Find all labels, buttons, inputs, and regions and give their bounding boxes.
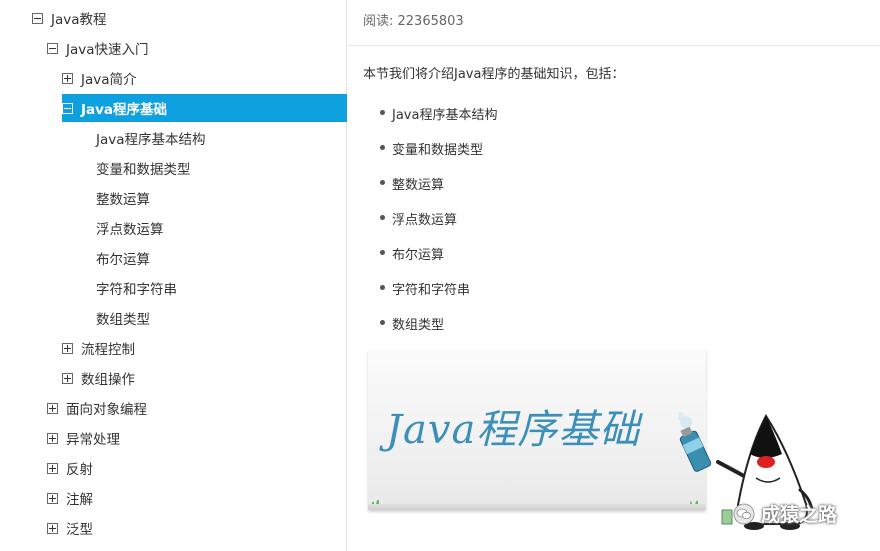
tree-item-program-structure[interactable]: Java程序基本结构 xyxy=(96,124,206,152)
tree-item-float-ops[interactable]: 浮点数运算 xyxy=(96,214,164,242)
grass-icon xyxy=(370,500,380,510)
tree-item-label: 数组类型 xyxy=(96,312,150,328)
expand-icon[interactable] xyxy=(62,372,73,384)
watermark-text: 成猿之路 xyxy=(761,504,838,526)
expand-icon[interactable] xyxy=(47,492,58,504)
expand-icon[interactable] xyxy=(62,342,73,354)
sidebar-tree: Java教程 Java快速入门 Java简介 Java程序基础 Java程序基本… xyxy=(0,0,347,551)
expand-icon[interactable] xyxy=(47,462,58,474)
tree-item-label: Java程序基础 xyxy=(81,102,168,118)
tree-item-oop[interactable]: 面向对象编程 xyxy=(47,394,147,422)
read-count: 阅读: 22365803 xyxy=(363,14,464,29)
tree-item-array-ops[interactable]: 数组操作 xyxy=(62,364,135,392)
wechat-icon xyxy=(733,503,755,524)
tree-item-integer-ops[interactable]: 整数运算 xyxy=(96,184,150,212)
tree-item-java-quickstart[interactable]: Java快速入门 xyxy=(47,34,149,62)
tree-item-annotations[interactable]: 注解 xyxy=(47,484,93,512)
tree-item-java-intro[interactable]: Java简介 xyxy=(62,64,137,92)
list-item: 浮点数运算 xyxy=(378,201,497,236)
tree-item-array-types[interactable]: 数组类型 xyxy=(96,304,150,332)
tree-item-label: 整数运算 xyxy=(96,192,150,208)
expand-icon[interactable] xyxy=(47,522,58,534)
tree-item-label: Java简介 xyxy=(81,72,137,88)
list-item: 字符和字符串 xyxy=(378,271,497,306)
tree-item-chars-strings[interactable]: 字符和字符串 xyxy=(96,274,177,302)
expand-icon[interactable] xyxy=(62,72,73,84)
topic-list: Java程序基本结构 变量和数据类型 整数运算 浮点数运算 布尔运算 字符和字符… xyxy=(378,96,497,341)
tree-item-label: Java快速入门 xyxy=(66,42,149,58)
banner-image: Java程序基础 xyxy=(368,345,708,510)
list-item: 变量和数据类型 xyxy=(378,131,497,166)
tree-item-label: 泛型 xyxy=(66,522,93,538)
tree-item-label: 异常处理 xyxy=(66,432,120,448)
tree-item-label: Java程序基本结构 xyxy=(96,132,206,148)
list-item: 布尔运算 xyxy=(378,236,497,271)
collapse-icon[interactable] xyxy=(32,12,43,24)
tree-item-java-basics[interactable]: Java程序基础 xyxy=(62,94,347,122)
tree-item-label: 字符和字符串 xyxy=(96,282,177,298)
banner-title: Java程序基础 xyxy=(386,407,641,453)
list-item: 数组类型 xyxy=(378,306,497,341)
tree-item-label: 流程控制 xyxy=(81,342,135,358)
collapse-icon[interactable] xyxy=(62,102,73,114)
tree-item-label: 变量和数据类型 xyxy=(96,162,191,178)
tree-item-boolean-ops[interactable]: 布尔运算 xyxy=(96,244,150,272)
tree-item-label: 布尔运算 xyxy=(96,252,150,268)
article-content: 阅读: 22365803 本节我们将介绍Java程序的基础知识，包括： Java… xyxy=(348,0,880,551)
tree-item-flow-control[interactable]: 流程控制 xyxy=(62,334,135,362)
tree-item-exceptions[interactable]: 异常处理 xyxy=(47,424,120,452)
tree-item-label: 反射 xyxy=(66,462,93,478)
watermark: 成猿之路 xyxy=(733,500,837,527)
tree-item-label: 浮点数运算 xyxy=(96,222,164,238)
expand-icon[interactable] xyxy=(47,402,58,414)
tree-item-label: 面向对象编程 xyxy=(66,402,147,418)
tree-item-label: Java教程 xyxy=(51,12,107,28)
divider xyxy=(348,45,880,46)
collapse-icon[interactable] xyxy=(47,42,58,54)
tree-item-reflection[interactable]: 反射 xyxy=(47,454,93,482)
intro-text: 本节我们将介绍Java程序的基础知识，包括： xyxy=(363,67,625,82)
list-item: Java程序基本结构 xyxy=(378,96,497,131)
tree-item-generics[interactable]: 泛型 xyxy=(47,514,93,542)
expand-icon[interactable] xyxy=(47,432,58,444)
list-item: 整数运算 xyxy=(378,166,497,201)
tree-item-variables-types[interactable]: 变量和数据类型 xyxy=(96,154,191,182)
tree-item-label: 注解 xyxy=(66,492,93,508)
tree-item-java-tutorial[interactable]: Java教程 xyxy=(32,4,107,32)
tree-item-label: 数组操作 xyxy=(81,372,135,388)
